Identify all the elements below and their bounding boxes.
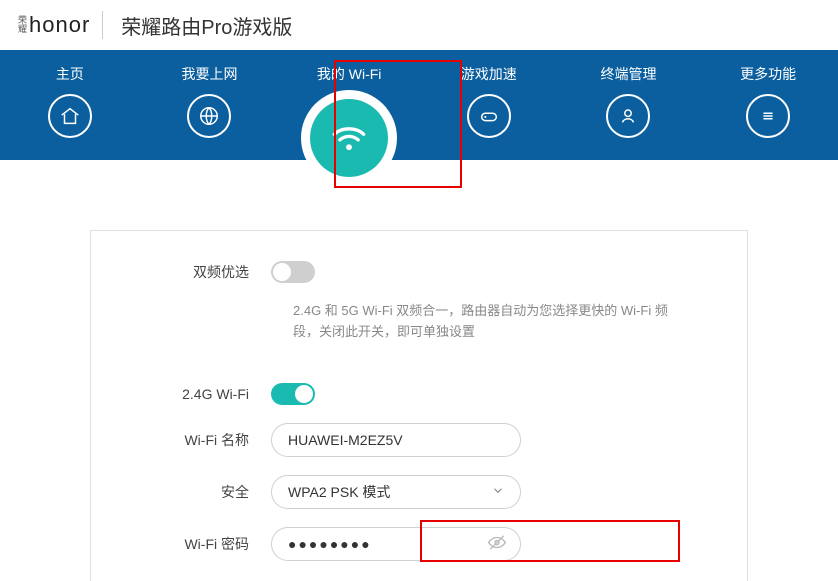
wifi24-toggle[interactable] xyxy=(271,383,315,405)
gamepad-icon xyxy=(467,94,511,138)
brand-logo: 荣 耀 honor xyxy=(18,12,90,38)
eye-off-icon[interactable] xyxy=(487,532,507,555)
menu-icon xyxy=(746,94,790,138)
nav-home[interactable]: 主页 xyxy=(10,64,130,138)
wifi-settings-panel: 双频优选 2.4G 和 5G Wi-Fi 双频合一，路由器自动为您选择更快的 W… xyxy=(90,230,748,581)
nav-more[interactable]: 更多功能 xyxy=(708,64,828,138)
password-label: Wi-Fi 密码 xyxy=(121,534,271,554)
nav-label: 我要上网 xyxy=(181,64,237,84)
security-select[interactable] xyxy=(271,475,521,509)
divider xyxy=(102,11,103,39)
globe-icon xyxy=(187,94,231,138)
nav-label: 更多功能 xyxy=(740,64,796,84)
nav-devices[interactable]: 终端管理 xyxy=(568,64,688,138)
security-label: 安全 xyxy=(121,482,271,502)
dual-band-toggle[interactable] xyxy=(271,261,315,283)
home-icon xyxy=(48,94,92,138)
password-input[interactable] xyxy=(271,527,521,561)
wifi-name-input[interactable] xyxy=(271,423,521,457)
nav-label: 主页 xyxy=(56,64,84,84)
dual-band-help: 2.4G 和 5G Wi-Fi 双频合一，路由器自动为您选择更快的 Wi-Fi … xyxy=(293,301,673,343)
app-header: 荣 耀 honor 荣耀路由Pro游戏版 xyxy=(0,0,838,50)
wifi24-label: 2.4G Wi-Fi xyxy=(121,386,271,402)
annotation-highlight xyxy=(334,60,462,188)
brand-text: honor xyxy=(29,12,90,38)
nav-label: 终端管理 xyxy=(600,64,656,84)
product-title: 荣耀路由Pro游戏版 xyxy=(121,11,292,40)
nav-internet[interactable]: 我要上网 xyxy=(149,64,269,138)
wifi-name-label: Wi-Fi 名称 xyxy=(121,430,271,450)
nav-label: 游戏加速 xyxy=(461,64,517,84)
dual-band-label: 双频优选 xyxy=(121,262,271,282)
user-icon xyxy=(606,94,650,138)
